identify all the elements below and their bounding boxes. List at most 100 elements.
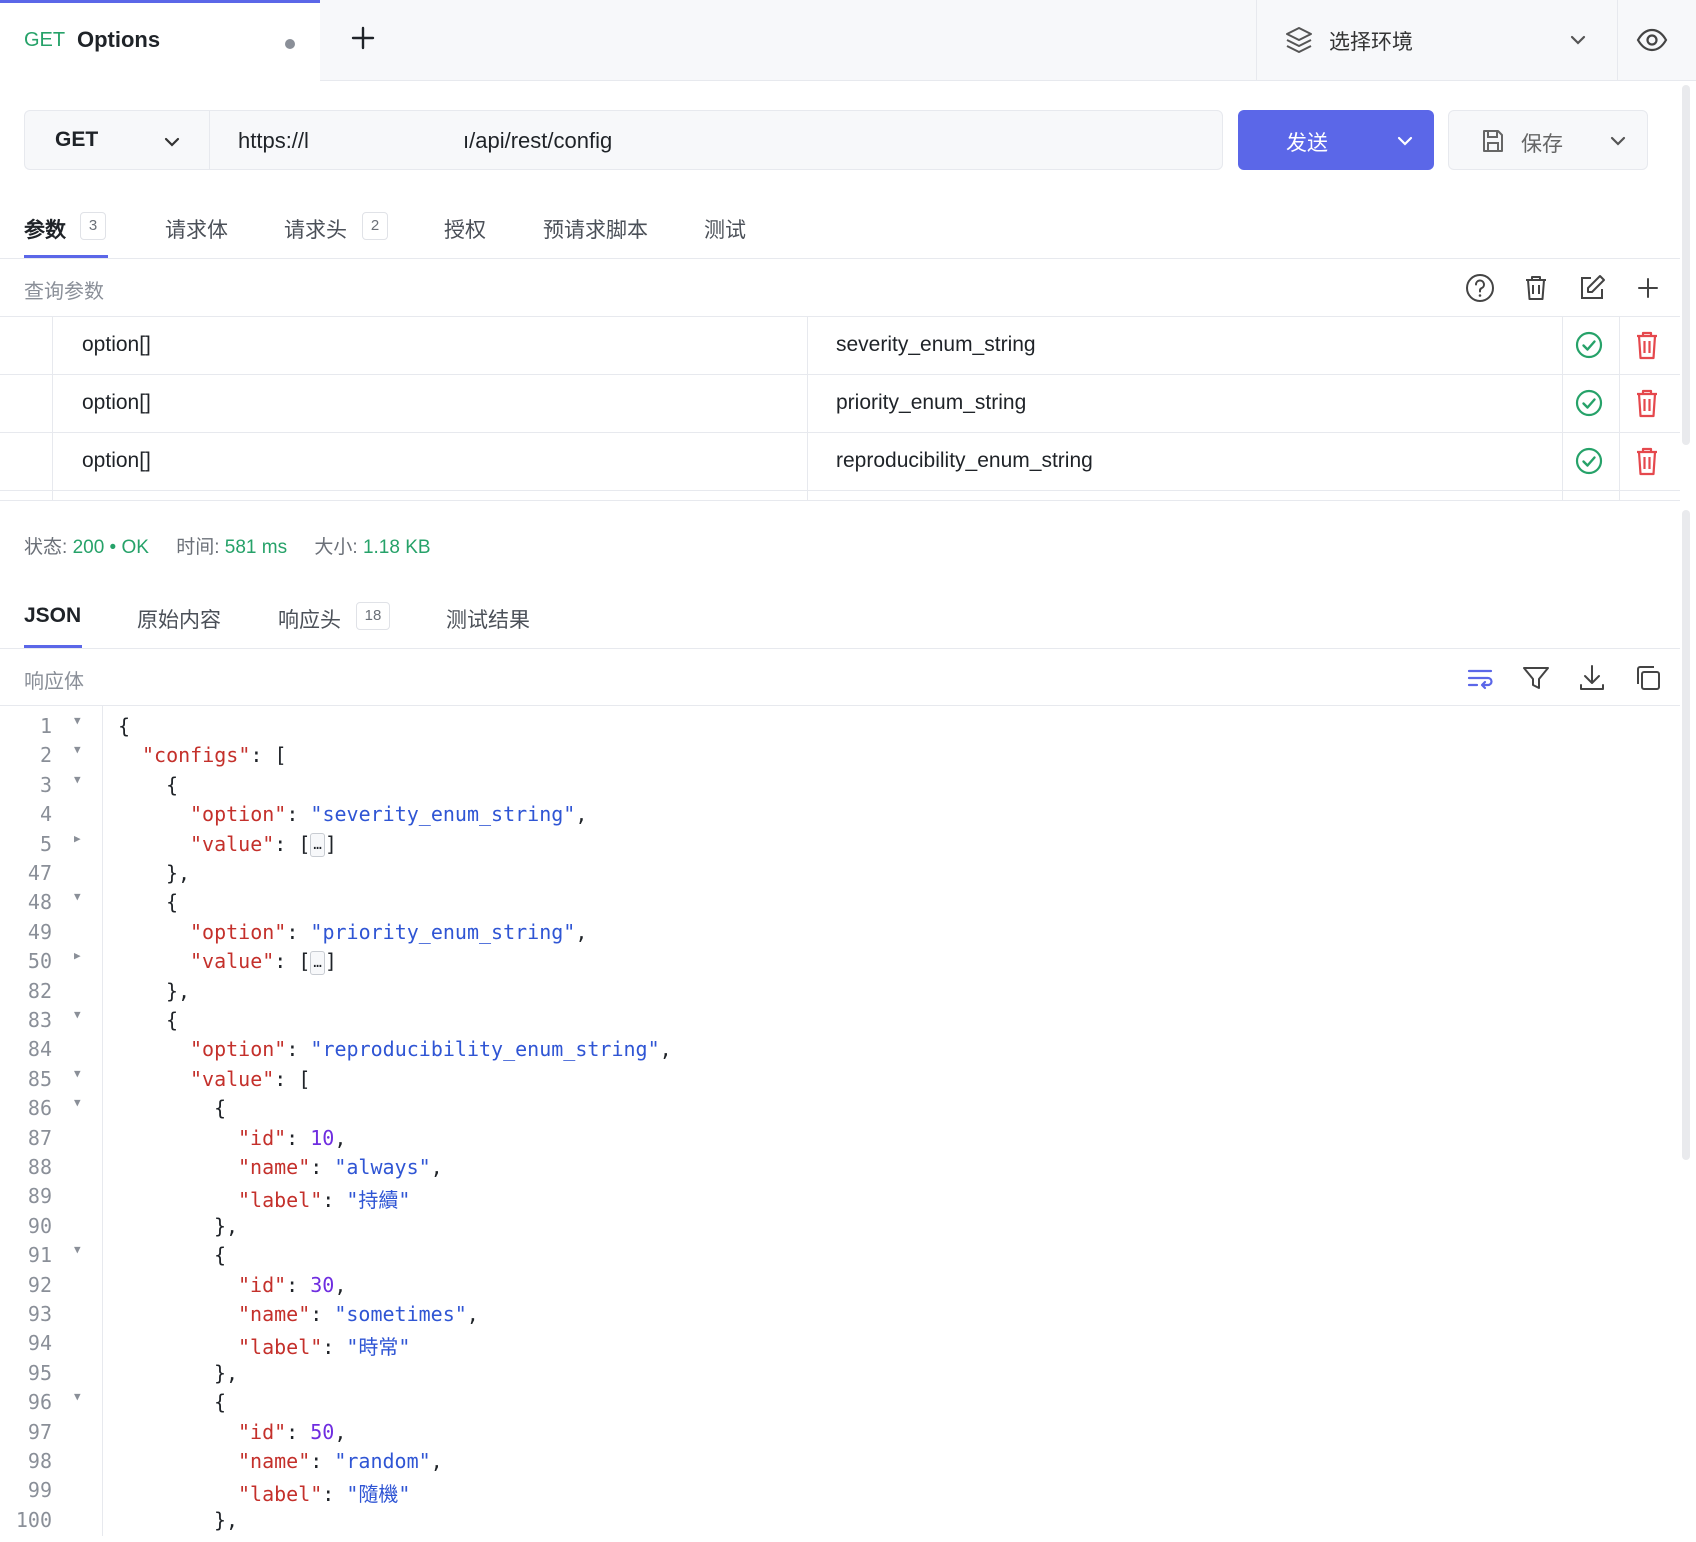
check-circle-icon[interactable] — [1574, 330, 1604, 360]
delete-all-button[interactable] — [1518, 270, 1554, 306]
help-circle-icon — [1466, 274, 1494, 302]
code-token: : — [286, 802, 311, 827]
pane-resize-handle[interactable] — [0, 500, 1680, 501]
divider — [1619, 374, 1620, 432]
check-circle-icon[interactable] — [1574, 446, 1604, 476]
divider — [807, 316, 808, 374]
fold-expanded-icon[interactable]: ▼ — [74, 1008, 81, 1021]
add-param-button[interactable] — [1630, 270, 1666, 306]
line-number: 85 — [27, 1066, 52, 1091]
divider — [1619, 490, 1620, 500]
fold-expanded-icon[interactable]: ▼ — [74, 773, 81, 786]
scrollbar[interactable] — [1682, 85, 1690, 445]
line-number: 5 — [39, 831, 52, 856]
method-select[interactable]: GET — [24, 110, 210, 170]
fold-expanded-icon[interactable]: ▼ — [74, 1067, 81, 1080]
send-button[interactable]: 发送 — [1238, 110, 1434, 170]
bulk-edit-button[interactable] — [1574, 270, 1610, 306]
code-token: }, — [166, 978, 191, 1003]
tab-body[interactable]: 请求体 — [165, 214, 228, 244]
fold-collapsed-icon[interactable]: ▶ — [74, 832, 81, 845]
param-value[interactable]: severity_enum_string — [836, 333, 1036, 357]
status-separator: • — [109, 537, 117, 558]
trash-icon[interactable] — [1632, 445, 1662, 477]
code-line: 85 ▼ "value": [ — [0, 1067, 1680, 1096]
copy-button[interactable] — [1630, 660, 1666, 696]
code-token: "name" — [238, 1302, 311, 1326]
tab-params[interactable]: 参数 — [24, 214, 66, 244]
collapsed-ellipsis[interactable]: … — [310, 833, 325, 858]
size-label: 大小: — [314, 537, 358, 558]
scrollbar[interactable] — [1682, 510, 1690, 1160]
response-tabs: JSON 原始内容 响应头 18 测试结果 — [0, 590, 1680, 649]
request-tab-options[interactable]: GET Options — [0, 0, 320, 81]
tab-auth[interactable]: 授权 — [444, 214, 486, 244]
code-line: 3 ▼ { — [0, 773, 1680, 802]
collapsed-ellipsis[interactable]: … — [310, 950, 325, 975]
help-button[interactable] — [1462, 270, 1498, 306]
tab-tests[interactable]: 测试 — [704, 214, 746, 244]
code-token: , — [575, 919, 588, 944]
param-key[interactable]: option[] — [82, 391, 151, 415]
layers-icon — [1286, 27, 1312, 53]
code-token: , — [466, 1302, 479, 1326]
request-tab-name: Options — [77, 27, 161, 52]
filter-button[interactable] — [1518, 660, 1554, 696]
param-key[interactable]: option[] — [82, 333, 151, 357]
environment-select[interactable]: 选择环境 — [1256, 0, 1618, 80]
tab-json[interactable]: JSON — [24, 604, 81, 628]
fold-expanded-icon[interactable]: ▼ — [74, 743, 81, 756]
row-handle[interactable] — [0, 374, 53, 432]
fold-expanded-icon[interactable]: ▼ — [74, 1390, 81, 1403]
chevron-down-icon[interactable] — [1394, 130, 1416, 152]
code-text: "option": "reproducibility_enum_string", — [190, 1037, 672, 1061]
json-viewer[interactable]: 1 ▼{2 ▼ "configs": [3 ▼{4 "option": "severity… — [0, 706, 1680, 1536]
trash-icon[interactable] — [1632, 387, 1662, 419]
row-handle[interactable] — [0, 432, 53, 490]
code-token: "option" — [190, 802, 287, 827]
code-token: "always" — [334, 1155, 431, 1179]
line-number: 98 — [27, 1449, 52, 1473]
url-input[interactable]: https://l ı/api/rest/config — [209, 110, 1223, 170]
save-button[interactable]: 保存 — [1448, 110, 1648, 170]
code-text: { — [214, 1096, 226, 1120]
code-line: 97 "id": 50, — [0, 1420, 1680, 1449]
download-button[interactable] — [1574, 660, 1610, 696]
tab-pre-request-script[interactable]: 预请求脚本 — [543, 214, 648, 244]
wrap-lines-icon — [1467, 669, 1493, 690]
divider — [807, 374, 808, 432]
code-line: 99 "label": "隨機" — [0, 1478, 1680, 1507]
code-token: }, — [214, 1360, 239, 1385]
param-value[interactable]: priority_enum_string — [836, 391, 1026, 415]
tab-params-badge: 3 — [80, 212, 106, 240]
tab-headers[interactable]: 请求头 — [284, 214, 347, 244]
tab-raw[interactable]: 原始内容 — [137, 604, 221, 634]
param-value[interactable]: reproducibility_enum_string — [836, 449, 1093, 473]
tab-response-headers-badge: 18 — [356, 602, 390, 630]
divider — [52, 490, 53, 500]
environment-view-button[interactable] — [1630, 18, 1674, 62]
fold-expanded-icon[interactable]: ▼ — [74, 714, 81, 727]
code-token: { — [118, 714, 131, 738]
fold-expanded-icon[interactable]: ▼ — [74, 1096, 81, 1109]
chevron-down-icon[interactable] — [1607, 130, 1629, 152]
code-text: "value": [ — [190, 1067, 310, 1091]
fold-expanded-icon[interactable]: ▼ — [74, 890, 81, 903]
code-line: 82}, — [0, 979, 1680, 1008]
line-number: 49 — [27, 919, 52, 944]
fold-collapsed-icon[interactable]: ▶ — [74, 949, 81, 962]
add-tab-button[interactable] — [345, 20, 381, 56]
check-circle-icon[interactable] — [1574, 388, 1604, 418]
code-text: { — [166, 890, 178, 914]
row-handle[interactable] — [0, 316, 53, 374]
tab-test-results[interactable]: 测试结果 — [446, 604, 530, 634]
wrap-lines-button[interactable] — [1462, 660, 1498, 696]
divider — [807, 432, 808, 490]
param-key[interactable]: option[] — [82, 449, 151, 473]
tab-active-indicator — [24, 645, 82, 648]
fold-expanded-icon[interactable]: ▼ — [74, 1243, 81, 1256]
filter-icon — [1523, 667, 1549, 689]
tab-response-headers[interactable]: 响应头 — [278, 604, 341, 634]
trash-icon[interactable] — [1632, 329, 1662, 361]
code-token: "reproducibility_enum_string" — [310, 1037, 660, 1062]
